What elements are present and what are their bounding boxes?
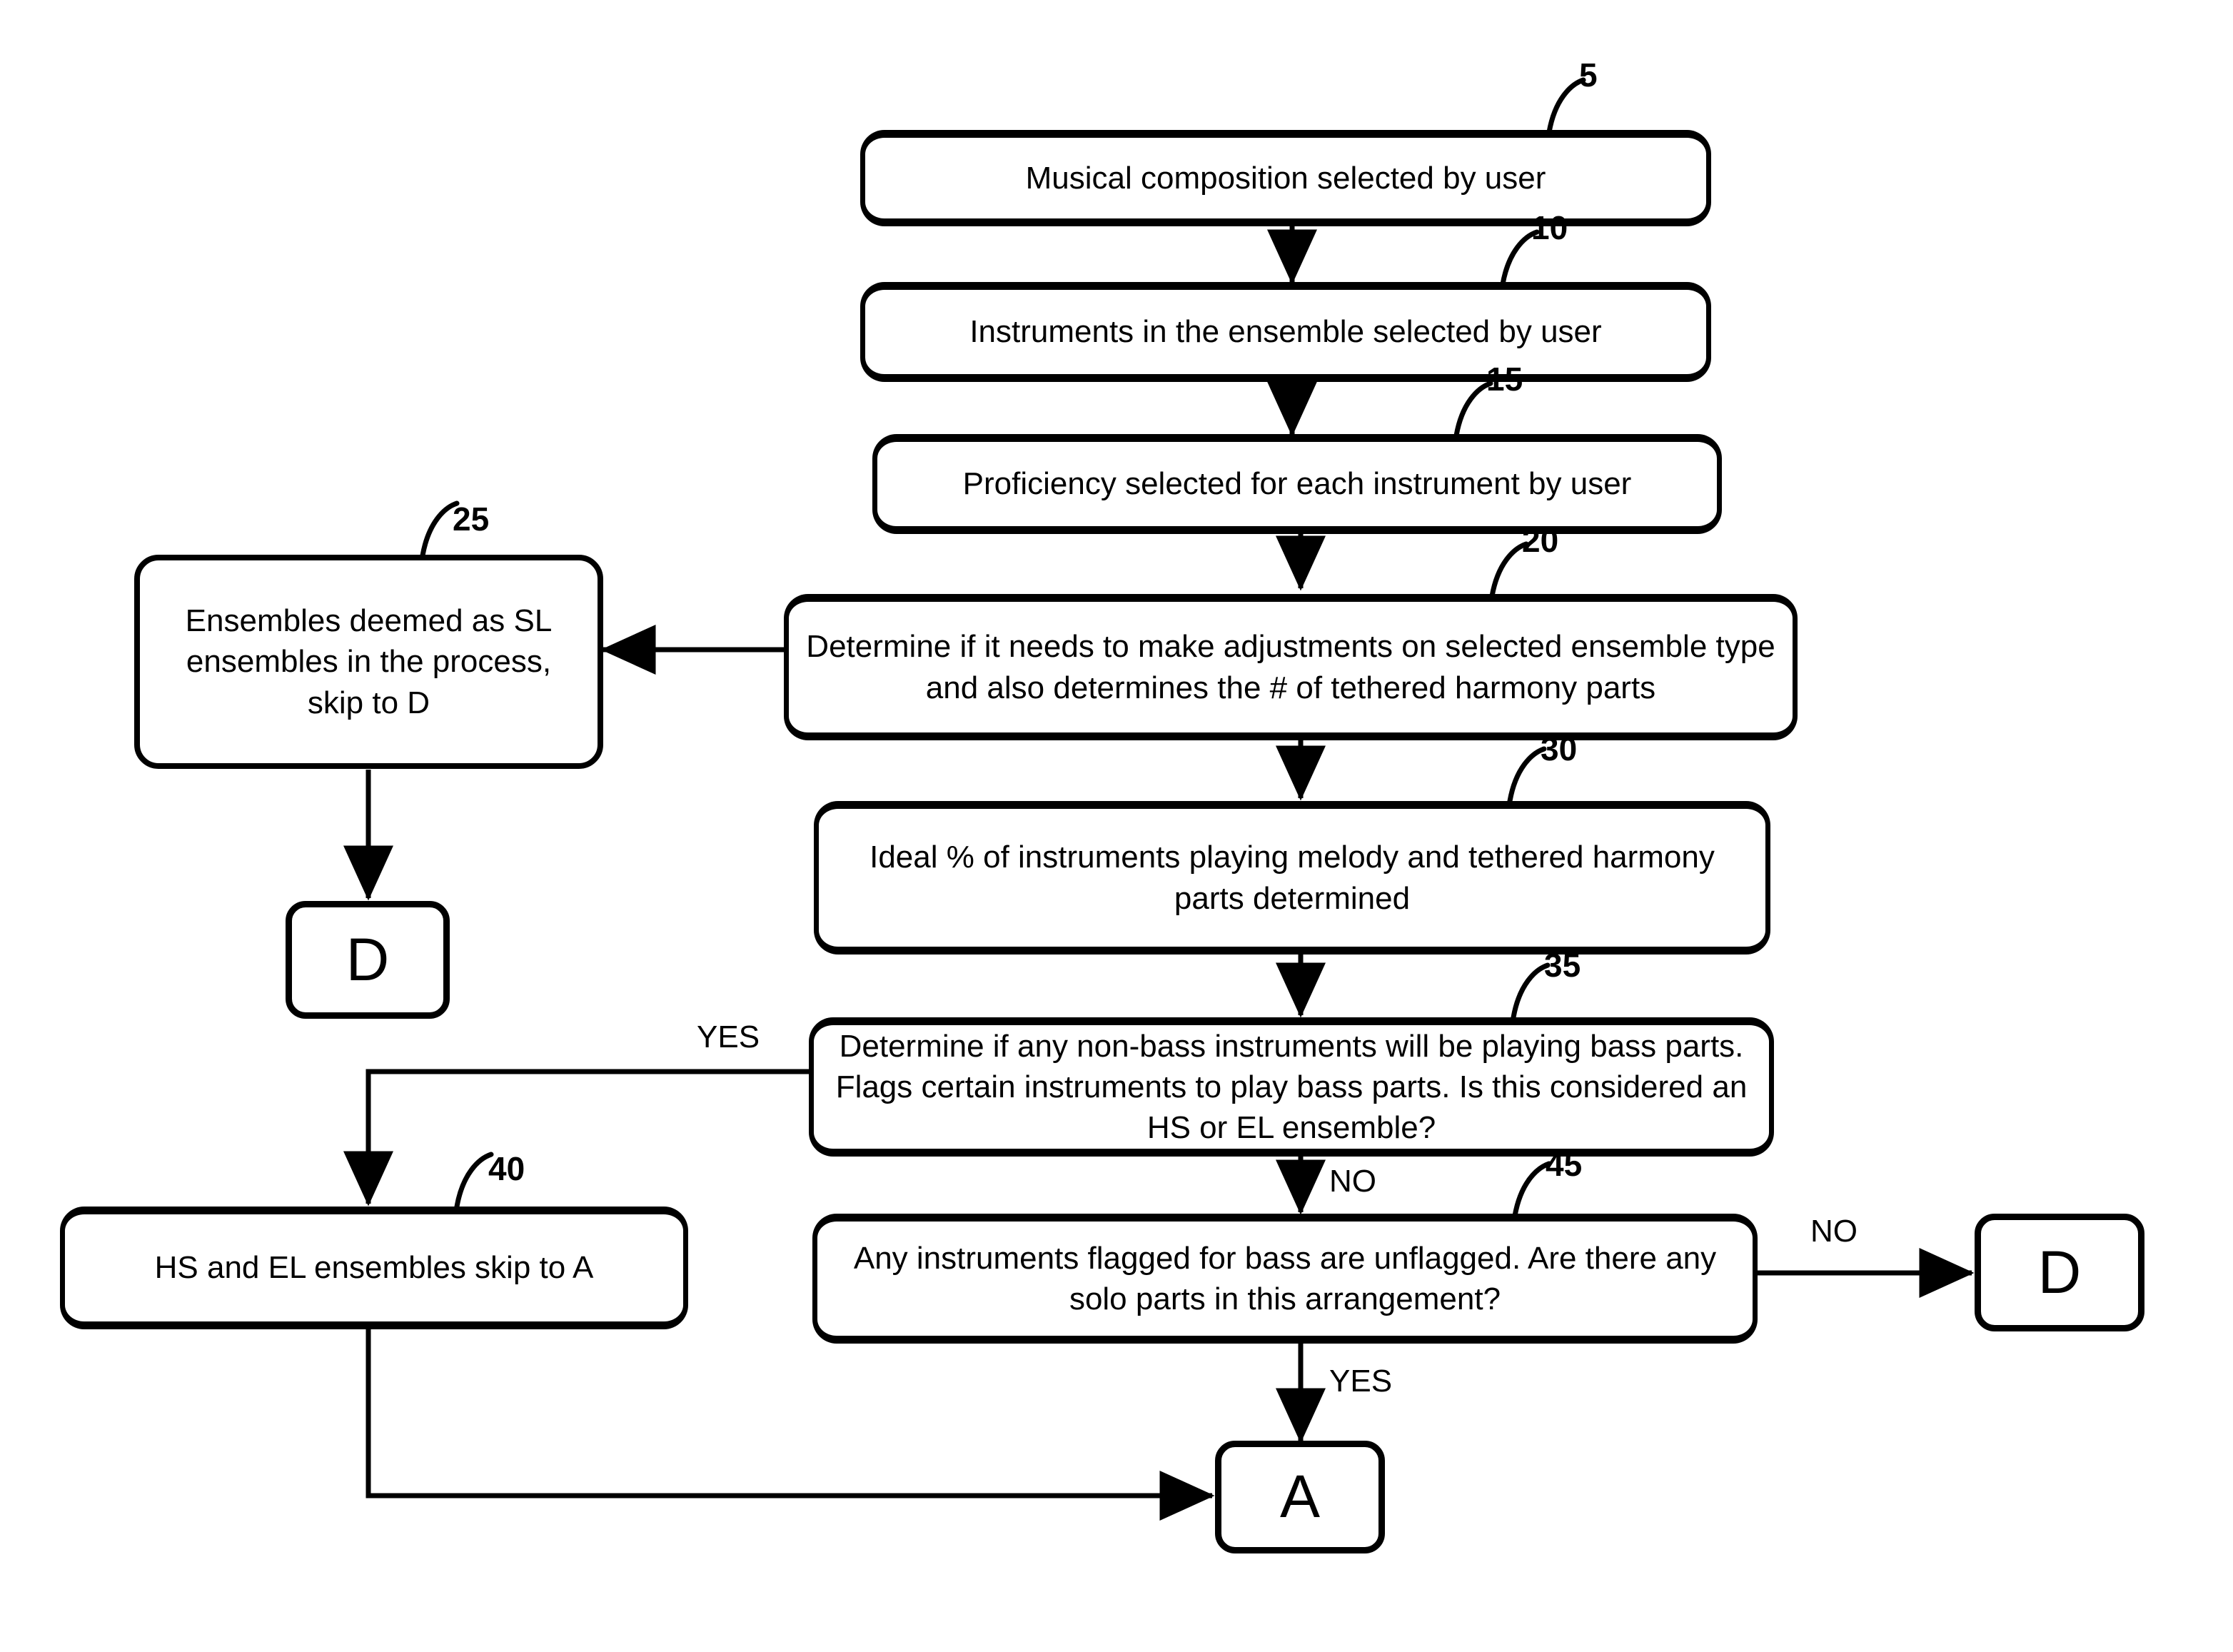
leader-25 [420, 500, 460, 558]
node-musical-composition[interactable]: Musical composition selected by user [860, 130, 1711, 226]
node-determine-adjustments[interactable]: Determine if it needs to make adjustment… [784, 594, 1798, 740]
flowchart-canvas: Musical composition selected by user 5 I… [0, 0, 2233, 1652]
node-label: Musical composition selected by user [1025, 160, 1546, 196]
edge-40-to-a [366, 1329, 1215, 1521]
leader-15 [1453, 381, 1493, 438]
edge-label-yes-from-35: YES [697, 1019, 760, 1054]
ref-number-45: 45 [1546, 1146, 1583, 1183]
edge-35-yes-to-40 [343, 1069, 809, 1207]
leader-20 [1489, 541, 1529, 599]
node-instruments-selected[interactable]: Instruments in the ensemble selected by … [860, 282, 1711, 382]
leader-30 [1507, 746, 1547, 804]
connector-label: A [1279, 1463, 1321, 1531]
node-label: Determine if it needs to make adjustment… [806, 629, 1775, 705]
edge-label-yes-from-45: YES [1329, 1364, 1393, 1399]
ref-number-10: 10 [1531, 209, 1568, 246]
node-label: Determine if any non-bass instruments wi… [835, 1028, 1748, 1146]
node-unflag-bass-solo-question[interactable]: Any instruments flagged for bass are unf… [812, 1214, 1758, 1344]
leader-35 [1511, 962, 1551, 1020]
ref-number-20: 20 [1522, 522, 1559, 559]
connector-d-right[interactable]: D [1975, 1214, 2144, 1331]
node-hs-el-skip-to-a[interactable]: HS and EL ensembles skip to A [60, 1207, 688, 1329]
node-label: Ensembles deemed as SL ensembles in the … [185, 603, 553, 720]
ref-number-25: 25 [453, 500, 490, 538]
ref-number-5: 5 [1579, 56, 1598, 94]
leader-5 [1546, 77, 1586, 135]
ref-number-35: 35 [1544, 947, 1581, 984]
ref-number-30: 30 [1541, 730, 1578, 767]
connector-label: D [346, 925, 390, 993]
edge-label-no-from-35: NO [1329, 1164, 1376, 1199]
node-label: Proficiency selected for each instrument… [962, 466, 1632, 502]
node-determine-bass-parts[interactable]: Determine if any non-bass instruments wi… [809, 1017, 1774, 1157]
connector-d-left[interactable]: D [286, 901, 450, 1019]
connector-a[interactable]: A [1215, 1441, 1385, 1553]
node-label: Ideal % of instruments playing melody an… [869, 840, 1715, 916]
ref-number-15: 15 [1486, 361, 1523, 398]
node-label: HS and EL ensembles skip to A [154, 1250, 594, 1286]
node-label: Instruments in the ensemble selected by … [969, 314, 1602, 350]
node-sl-ensembles[interactable]: Ensembles deemed as SL ensembles in the … [134, 555, 603, 769]
edge-label-no-from-45: NO [1810, 1214, 1858, 1249]
node-ideal-percent[interactable]: Ideal % of instruments playing melody an… [814, 801, 1770, 955]
connector-label: D [2037, 1238, 2082, 1306]
leader-40 [454, 1152, 494, 1209]
leader-45 [1512, 1161, 1552, 1219]
ref-number-40: 40 [488, 1150, 525, 1187]
node-proficiency-selected[interactable]: Proficiency selected for each instrument… [872, 434, 1722, 534]
node-label: Any instruments flagged for bass are unf… [853, 1240, 1717, 1316]
